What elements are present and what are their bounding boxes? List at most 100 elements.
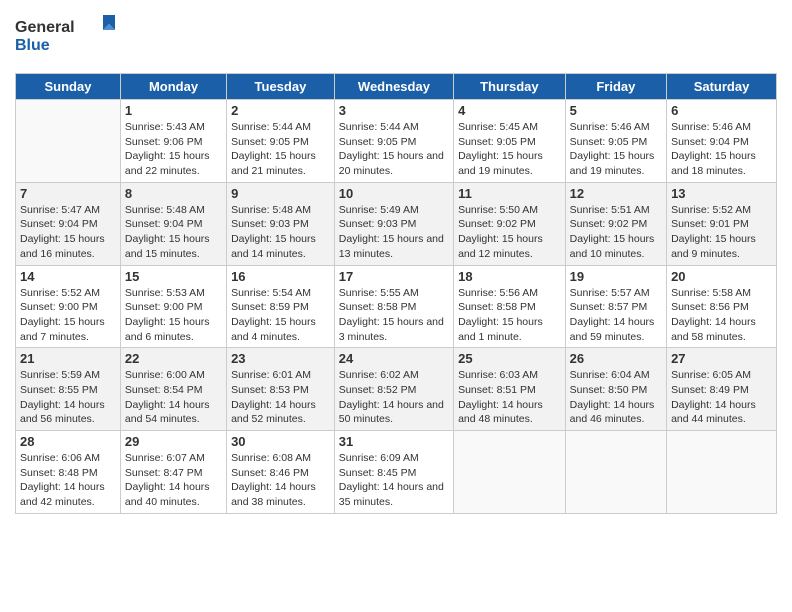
day-number: 15 xyxy=(125,269,222,284)
day-number: 24 xyxy=(339,351,449,366)
day-info: Sunrise: 5:44 AM Sunset: 9:05 PM Dayligh… xyxy=(231,120,330,179)
sunset: Sunset: 8:51 PM xyxy=(458,383,561,398)
col-header-sunday: Sunday xyxy=(16,74,121,100)
day-info: Sunrise: 5:50 AM Sunset: 9:02 PM Dayligh… xyxy=(458,203,561,262)
day-cell: 7 Sunrise: 5:47 AM Sunset: 9:04 PM Dayli… xyxy=(16,182,121,265)
sunrise: Sunrise: 5:53 AM xyxy=(125,286,222,301)
day-number: 7 xyxy=(20,186,116,201)
week-row-5: 28 Sunrise: 6:06 AM Sunset: 8:48 PM Dayl… xyxy=(16,431,777,514)
sunset: Sunset: 8:58 PM xyxy=(458,300,561,315)
week-row-1: 1 Sunrise: 5:43 AM Sunset: 9:06 PM Dayli… xyxy=(16,100,777,183)
day-info: Sunrise: 6:01 AM Sunset: 8:53 PM Dayligh… xyxy=(231,368,330,427)
day-cell: 29 Sunrise: 6:07 AM Sunset: 8:47 PM Dayl… xyxy=(120,431,226,514)
day-number: 13 xyxy=(671,186,772,201)
sunrise: Sunrise: 5:51 AM xyxy=(570,203,662,218)
sunset: Sunset: 9:05 PM xyxy=(339,135,449,150)
day-info: Sunrise: 5:43 AM Sunset: 9:06 PM Dayligh… xyxy=(125,120,222,179)
calendar-page: General Blue SundayMondayTuesdayWednesda… xyxy=(0,0,792,612)
day-number: 5 xyxy=(570,103,662,118)
day-number: 21 xyxy=(20,351,116,366)
sunrise: Sunrise: 5:52 AM xyxy=(671,203,772,218)
daylight: Daylight: 15 hours and 19 minutes. xyxy=(458,149,561,178)
day-cell: 8 Sunrise: 5:48 AM Sunset: 9:04 PM Dayli… xyxy=(120,182,226,265)
sunset: Sunset: 8:58 PM xyxy=(339,300,449,315)
sunrise: Sunrise: 5:56 AM xyxy=(458,286,561,301)
col-header-friday: Friday xyxy=(565,74,666,100)
sunrise: Sunrise: 5:52 AM xyxy=(20,286,116,301)
day-number: 17 xyxy=(339,269,449,284)
day-cell: 1 Sunrise: 5:43 AM Sunset: 9:06 PM Dayli… xyxy=(120,100,226,183)
day-number: 31 xyxy=(339,434,449,449)
sunrise: Sunrise: 5:47 AM xyxy=(20,203,116,218)
daylight: Daylight: 14 hours and 50 minutes. xyxy=(339,398,449,427)
sunrise: Sunrise: 5:50 AM xyxy=(458,203,561,218)
daylight: Daylight: 14 hours and 56 minutes. xyxy=(20,398,116,427)
day-number: 19 xyxy=(570,269,662,284)
day-cell: 20 Sunrise: 5:58 AM Sunset: 8:56 PM Dayl… xyxy=(667,265,777,348)
day-cell: 5 Sunrise: 5:46 AM Sunset: 9:05 PM Dayli… xyxy=(565,100,666,183)
day-cell: 28 Sunrise: 6:06 AM Sunset: 8:48 PM Dayl… xyxy=(16,431,121,514)
sunrise: Sunrise: 6:01 AM xyxy=(231,368,330,383)
day-cell: 30 Sunrise: 6:08 AM Sunset: 8:46 PM Dayl… xyxy=(227,431,335,514)
daylight: Daylight: 15 hours and 16 minutes. xyxy=(20,232,116,261)
daylight: Daylight: 15 hours and 19 minutes. xyxy=(570,149,662,178)
daylight: Daylight: 14 hours and 35 minutes. xyxy=(339,480,449,509)
daylight: Daylight: 15 hours and 18 minutes. xyxy=(671,149,772,178)
day-cell: 24 Sunrise: 6:02 AM Sunset: 8:52 PM Dayl… xyxy=(334,348,453,431)
daylight: Daylight: 15 hours and 9 minutes. xyxy=(671,232,772,261)
sunrise: Sunrise: 6:09 AM xyxy=(339,451,449,466)
daylight: Daylight: 15 hours and 20 minutes. xyxy=(339,149,449,178)
day-cell: 21 Sunrise: 5:59 AM Sunset: 8:55 PM Dayl… xyxy=(16,348,121,431)
day-number: 30 xyxy=(231,434,330,449)
day-number: 26 xyxy=(570,351,662,366)
logo: General Blue xyxy=(15,10,125,65)
day-info: Sunrise: 6:02 AM Sunset: 8:52 PM Dayligh… xyxy=(339,368,449,427)
daylight: Daylight: 14 hours and 38 minutes. xyxy=(231,480,330,509)
day-info: Sunrise: 6:05 AM Sunset: 8:49 PM Dayligh… xyxy=(671,368,772,427)
daylight: Daylight: 14 hours and 59 minutes. xyxy=(570,315,662,344)
day-number: 23 xyxy=(231,351,330,366)
day-cell: 15 Sunrise: 5:53 AM Sunset: 9:00 PM Dayl… xyxy=(120,265,226,348)
sunrise: Sunrise: 6:08 AM xyxy=(231,451,330,466)
daylight: Daylight: 15 hours and 13 minutes. xyxy=(339,232,449,261)
col-header-saturday: Saturday xyxy=(667,74,777,100)
day-info: Sunrise: 5:45 AM Sunset: 9:05 PM Dayligh… xyxy=(458,120,561,179)
sunrise: Sunrise: 5:44 AM xyxy=(339,120,449,135)
day-info: Sunrise: 5:53 AM Sunset: 9:00 PM Dayligh… xyxy=(125,286,222,345)
day-info: Sunrise: 5:58 AM Sunset: 8:56 PM Dayligh… xyxy=(671,286,772,345)
sunset: Sunset: 9:02 PM xyxy=(458,217,561,232)
day-info: Sunrise: 6:00 AM Sunset: 8:54 PM Dayligh… xyxy=(125,368,222,427)
sunset: Sunset: 8:52 PM xyxy=(339,383,449,398)
week-row-4: 21 Sunrise: 5:59 AM Sunset: 8:55 PM Dayl… xyxy=(16,348,777,431)
day-info: Sunrise: 5:52 AM Sunset: 9:00 PM Dayligh… xyxy=(20,286,116,345)
sunset: Sunset: 9:03 PM xyxy=(339,217,449,232)
sunrise: Sunrise: 5:59 AM xyxy=(20,368,116,383)
sunrise: Sunrise: 6:04 AM xyxy=(570,368,662,383)
sunrise: Sunrise: 5:55 AM xyxy=(339,286,449,301)
daylight: Daylight: 14 hours and 58 minutes. xyxy=(671,315,772,344)
sunset: Sunset: 9:04 PM xyxy=(20,217,116,232)
day-info: Sunrise: 5:49 AM Sunset: 9:03 PM Dayligh… xyxy=(339,203,449,262)
sunset: Sunset: 9:04 PM xyxy=(671,135,772,150)
day-cell: 14 Sunrise: 5:52 AM Sunset: 9:00 PM Dayl… xyxy=(16,265,121,348)
day-cell: 6 Sunrise: 5:46 AM Sunset: 9:04 PM Dayli… xyxy=(667,100,777,183)
svg-text:General: General xyxy=(15,19,75,36)
day-cell: 10 Sunrise: 5:49 AM Sunset: 9:03 PM Dayl… xyxy=(334,182,453,265)
sunset: Sunset: 9:03 PM xyxy=(231,217,330,232)
col-header-tuesday: Tuesday xyxy=(227,74,335,100)
sunset: Sunset: 9:05 PM xyxy=(458,135,561,150)
week-row-2: 7 Sunrise: 5:47 AM Sunset: 9:04 PM Dayli… xyxy=(16,182,777,265)
daylight: Daylight: 14 hours and 52 minutes. xyxy=(231,398,330,427)
daylight: Daylight: 15 hours and 7 minutes. xyxy=(20,315,116,344)
day-info: Sunrise: 5:47 AM Sunset: 9:04 PM Dayligh… xyxy=(20,203,116,262)
col-header-wednesday: Wednesday xyxy=(334,74,453,100)
day-cell xyxy=(667,431,777,514)
sunset: Sunset: 8:59 PM xyxy=(231,300,330,315)
day-cell: 16 Sunrise: 5:54 AM Sunset: 8:59 PM Dayl… xyxy=(227,265,335,348)
day-number: 6 xyxy=(671,103,772,118)
logo-text: General Blue xyxy=(15,10,125,65)
day-number: 12 xyxy=(570,186,662,201)
col-header-monday: Monday xyxy=(120,74,226,100)
calendar-table: SundayMondayTuesdayWednesdayThursdayFrid… xyxy=(15,73,777,514)
sunset: Sunset: 9:04 PM xyxy=(125,217,222,232)
